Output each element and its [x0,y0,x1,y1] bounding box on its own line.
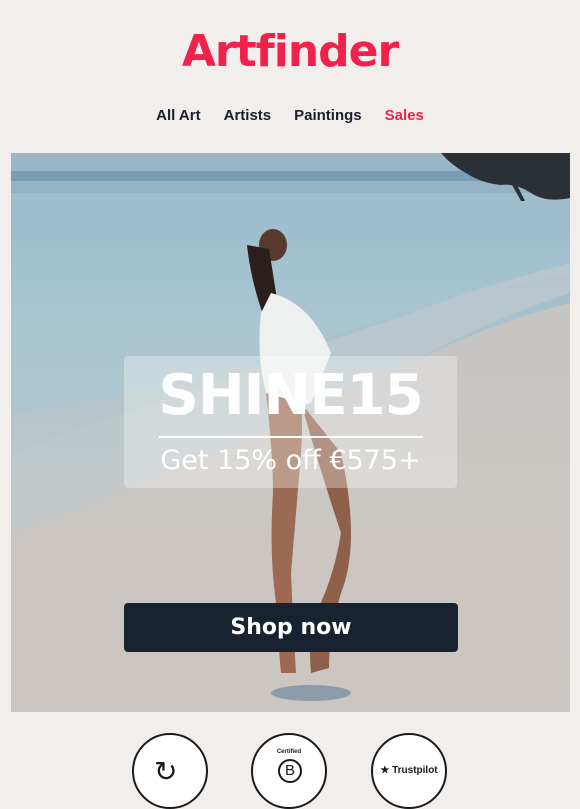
hero-banner[interactable]: SHINE15 Get 15% off €575+ Shop now [11,153,570,712]
trustpilot-label: ★ Trustpilot [380,765,438,776]
b-corp-badge: Certified B [251,733,327,809]
nav-artists[interactable]: Artists [224,107,272,124]
main-nav: All Art Artists Paintings Sales [0,107,580,124]
promo-box: SHINE15 Get 15% off €575+ [124,356,457,488]
trustpilot-badge: ★ Trustpilot [371,733,447,809]
promo-divider [158,436,423,438]
returns-badge: ↻ [132,733,208,809]
nav-sales[interactable]: Sales [385,107,424,124]
nav-paintings[interactable]: Paintings [294,107,362,124]
certified-label: Certified [276,749,302,755]
b-corp-icon: B [278,759,302,783]
promo-text: Get 15% off €575+ [160,445,421,476]
nav-all-art[interactable]: All Art [156,107,200,124]
refresh-icon: ↻ [154,756,178,787]
shop-now-button[interactable]: Shop now [124,603,458,652]
promo-code: SHINE15 [158,363,423,428]
artfinder-logo[interactable]: Artfinder [0,26,580,77]
